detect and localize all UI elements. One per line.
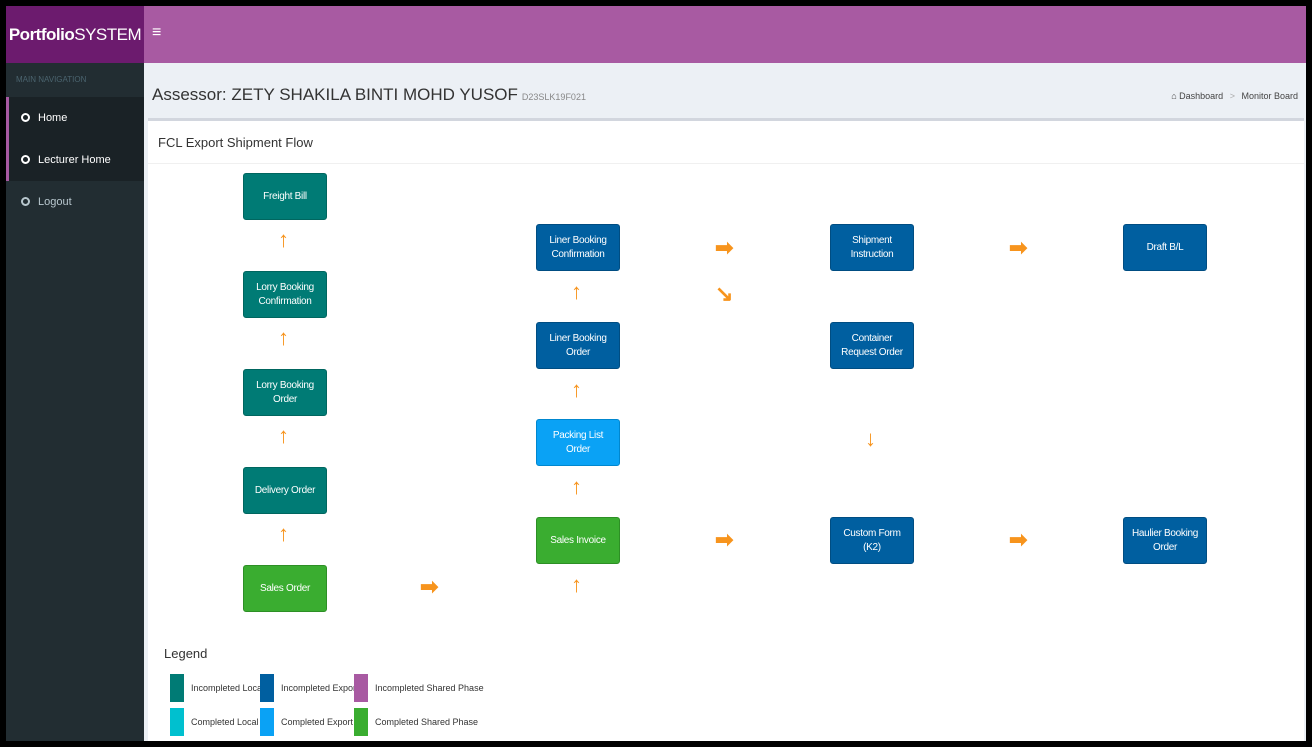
node-label: Shipment Instruction	[850, 234, 894, 260]
breadcrumb-dashboard-link[interactable]: Dashboard	[1179, 91, 1223, 101]
app-logo[interactable]: PortfolioSYSTEM	[6, 6, 144, 63]
node-label: Container Request Order	[841, 332, 903, 358]
legend-item: Completed Local	[170, 708, 259, 736]
legend-swatch	[354, 708, 368, 736]
node-sales-invoice[interactable]: Sales Invoice	[536, 517, 620, 564]
sidebar-item-home[interactable]: Home	[6, 97, 144, 139]
top-navbar: ≡	[144, 6, 1306, 63]
sidebar-header: MAIN NAVIGATION	[16, 75, 87, 84]
node-haulier-booking-order[interactable]: Haulier Booking Order	[1123, 517, 1207, 564]
legend-label: Incompleted Export	[281, 683, 359, 693]
legend-item: Incompleted Export	[260, 674, 359, 702]
sidebar-item-lecturer-home[interactable]: Lecturer Home	[6, 139, 144, 181]
arrow-up-icon: ↑	[571, 279, 582, 304]
node-liner-booking-confirmation[interactable]: Liner Booking Confirmation	[536, 224, 620, 271]
node-lorry-booking-confirmation[interactable]: Lorry Booking Confirmation	[243, 271, 327, 318]
node-label: Freight Bill	[263, 190, 307, 202]
arrow-up-icon: ↑	[278, 521, 289, 546]
page-subtitle: D23SLK19F021	[521, 92, 586, 102]
node-packing-list-order[interactable]: Packing List Order	[536, 419, 620, 466]
legend-item: Incompleted Shared Phase	[354, 674, 484, 702]
sidebar-item-label: Logout	[38, 196, 72, 208]
legend-swatch	[170, 674, 184, 702]
logo-rest-text: SYSTEM	[74, 25, 142, 44]
logo-bold-text: Portfolio	[8, 25, 75, 44]
page-title: Assessor: ZETY SHAKILA BINTI MOHD YUSOF D…	[152, 85, 586, 105]
legend-item: Incompleted Local	[170, 674, 264, 702]
arrow-up-icon: ↑	[571, 377, 582, 402]
circle-icon	[21, 155, 30, 164]
arrow-down-icon: ↓	[865, 426, 876, 451]
legend-label: Completed Export	[281, 717, 354, 727]
node-label: Sales Invoice	[550, 534, 606, 546]
circle-icon	[21, 197, 30, 206]
sidebar: MAIN NAVIGATION Home Lecturer Home Logou…	[6, 63, 144, 741]
legend-swatch	[260, 708, 274, 736]
node-freight-bill[interactable]: Freight Bill	[243, 173, 327, 220]
legend-label: Incompleted Local	[191, 683, 265, 693]
box-divider	[148, 163, 1304, 164]
node-label: Draft B/L	[1146, 241, 1184, 253]
sidebar-item-label: Home	[38, 112, 68, 124]
node-label: Packing List Order	[552, 429, 604, 455]
node-draft-bl[interactable]: Draft B/L	[1123, 224, 1207, 271]
breadcrumb: ⌂ Dashboard > Monitor Board	[1171, 91, 1298, 101]
arrow-up-icon: ↑	[571, 572, 582, 597]
arrow-right-icon: ➡	[715, 235, 734, 260]
legend-title: Legend	[164, 646, 208, 661]
sidebar-item-logout[interactable]: Logout	[6, 181, 144, 223]
content-header: Assessor: ZETY SHAKILA BINTI MOHD YUSOF D…	[144, 63, 1306, 118]
node-sales-order[interactable]: Sales Order	[243, 565, 327, 612]
node-label: Liner Booking Order	[549, 332, 607, 358]
arrow-down-right-icon: ↘	[715, 281, 734, 306]
node-label: Lorry Booking Confirmation	[256, 281, 314, 307]
legend-swatch	[260, 674, 274, 702]
node-delivery-order[interactable]: Delivery Order	[243, 467, 327, 514]
arrow-up-icon: ↑	[278, 227, 289, 252]
legend-item: Completed Shared Phase	[354, 708, 478, 736]
legend-label: Incompleted Shared Phase	[375, 683, 484, 693]
circle-icon	[21, 113, 30, 122]
arrow-right-icon: ➡	[1009, 235, 1028, 260]
arrow-up-icon: ↑	[278, 423, 289, 448]
flow-box: FCL Export Shipment Flow Freight Bill ↑ …	[148, 118, 1304, 741]
node-container-request-order[interactable]: Container Request Order	[830, 322, 914, 369]
node-label: Haulier Booking Order	[1131, 527, 1199, 553]
box-title: FCL Export Shipment Flow	[158, 135, 313, 150]
legend-label: Completed Shared Phase	[375, 717, 479, 727]
sidebar-item-label: Lecturer Home	[38, 154, 111, 166]
arrow-up-icon: ↑	[278, 325, 289, 350]
arrow-up-icon: ↑	[571, 474, 582, 499]
legend-item: Completed Export	[260, 708, 353, 736]
node-label: Delivery Order	[254, 484, 316, 496]
arrow-right-icon: ➡	[1009, 527, 1028, 552]
app-window: PortfolioSYSTEM ≡ MAIN NAVIGATION Home L…	[6, 6, 1306, 741]
node-label: Lorry Booking Order	[256, 379, 314, 405]
dashboard-icon: ⌂	[1171, 91, 1177, 101]
node-shipment-instruction[interactable]: Shipment Instruction	[830, 224, 914, 271]
legend-swatch	[170, 708, 184, 736]
page-title-text: Assessor: ZETY SHAKILA BINTI MOHD YUSOF	[152, 85, 518, 104]
node-lorry-booking-order[interactable]: Lorry Booking Order	[243, 369, 327, 416]
breadcrumb-separator: >	[1229, 91, 1235, 101]
node-label: Custom Form (K2)	[843, 527, 901, 553]
arrow-right-icon: ➡	[420, 574, 439, 599]
node-label: Liner Booking Confirmation	[549, 234, 607, 260]
arrow-right-icon: ➡	[715, 527, 734, 552]
legend-swatch	[354, 674, 368, 702]
breadcrumb-current: Monitor Board	[1241, 91, 1298, 101]
legend-label: Completed Local	[191, 717, 259, 727]
node-liner-booking-order[interactable]: Liner Booking Order	[536, 322, 620, 369]
hamburger-menu-icon[interactable]: ≡	[152, 24, 161, 42]
node-custom-form-k2[interactable]: Custom Form (K2)	[830, 517, 914, 564]
node-label: Sales Order	[259, 582, 311, 594]
